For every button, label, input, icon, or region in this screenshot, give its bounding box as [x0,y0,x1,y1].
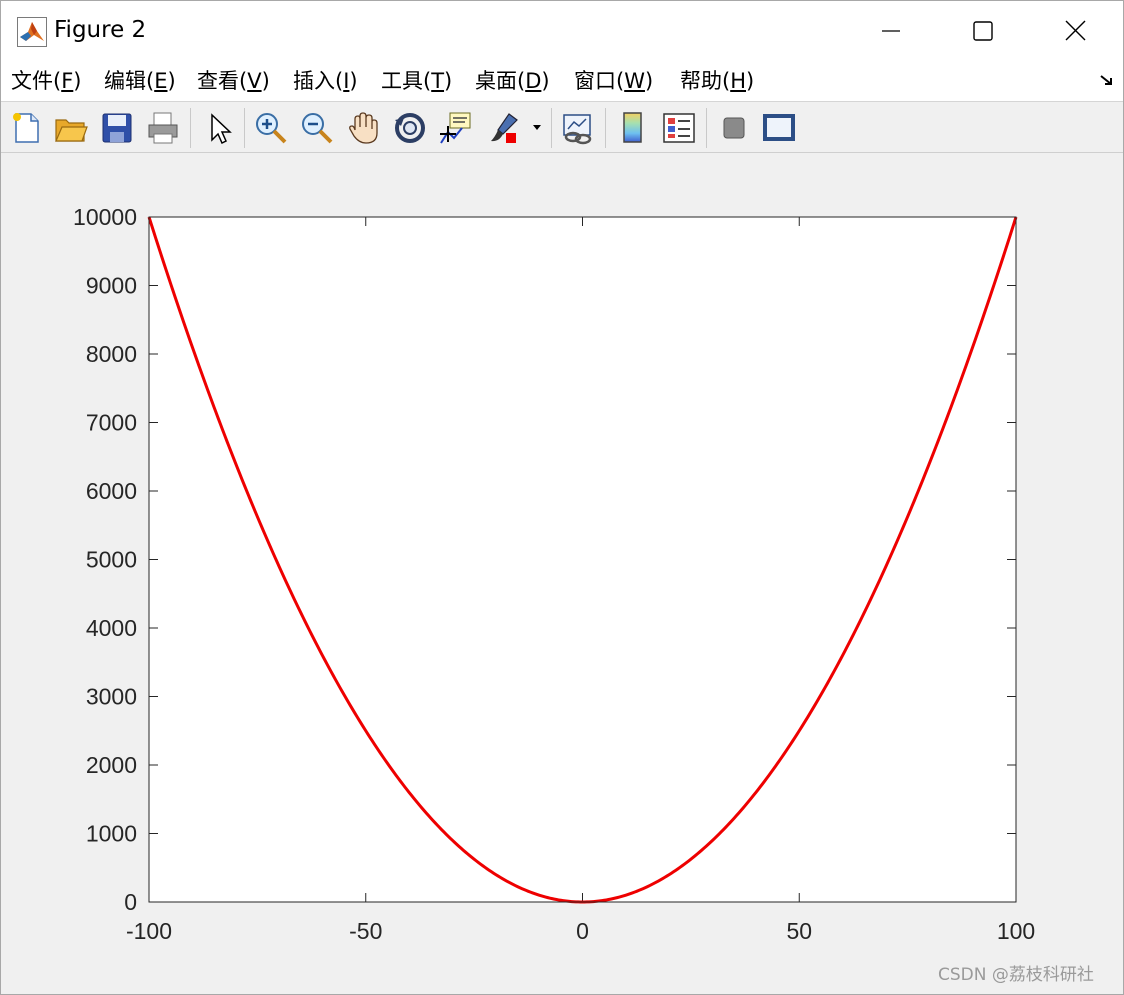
menu-mnemonic: D [525,69,542,93]
menu-label: 文件( [11,69,62,93]
y-tick-label: 5000 [86,547,137,573]
menu-desktop[interactable]: 桌面(D) [475,67,550,95]
dock-figure-icon[interactable] [1099,73,1115,89]
link-plot-icon[interactable] [560,110,596,146]
y-tick-label: 0 [124,889,137,915]
menu-paren: ) [167,69,176,93]
pan-hand-icon[interactable] [346,110,382,146]
edit-plot-arrow-icon[interactable] [201,110,237,146]
menu-label: 桌面( [475,69,526,93]
matlab-icon [17,17,47,47]
toolbar-separator [190,108,191,148]
menu-window[interactable]: 窗口(W) [574,67,653,95]
hide-plot-tools-icon[interactable] [716,110,752,146]
title-bar[interactable]: Figure 2 [1,1,1123,61]
brush-dropdown-icon[interactable] [531,110,545,146]
toolbar-separator [551,108,552,148]
menu-label: 编辑( [104,69,155,93]
menu-bar: 文件(F) 编辑(E) 查看(V) 插入(I) 工具(T) 桌面(D) 窗口(W… [1,61,1123,101]
y-tick-label: 4000 [86,615,137,641]
toolbar-separator [605,108,606,148]
new-figure-icon[interactable] [9,110,45,146]
y-tick-label: 10000 [73,204,137,230]
menu-paren: ) [644,69,654,93]
minimize-button[interactable] [845,1,937,61]
save-icon[interactable] [99,110,135,146]
menu-label: 插入( [293,69,344,93]
menu-paren: ) [541,69,550,93]
show-plot-tools-icon[interactable] [761,110,797,146]
menu-label: 查看( [197,69,248,93]
zoom-in-icon[interactable] [253,110,289,146]
figure-window: Figure 2 文件(F) 编辑(E) 查看(V) 插入(I) 工具(T) 桌… [0,0,1124,995]
y-tick-label: 6000 [86,478,137,504]
close-icon [1065,20,1086,41]
menu-edit[interactable]: 编辑(E) [104,67,176,95]
close-button[interactable] [1029,1,1121,61]
y-tick-label: 2000 [86,752,137,778]
menu-mnemonic: V [247,69,262,93]
x-tick-label: -50 [349,918,382,944]
menu-mnemonic: T [431,69,445,93]
menu-help[interactable]: 帮助(H) [680,67,754,95]
menu-paren: ) [746,69,755,93]
menu-tools[interactable]: 工具(T) [381,67,452,95]
toolbar-separator [244,108,245,148]
watermark: CSDN @荔枝科研社 [938,965,1094,985]
y-tick-label: 8000 [86,341,137,367]
legend-icon[interactable] [661,110,697,146]
maximize-icon [973,21,993,41]
window-title: Figure 2 [54,17,147,43]
menu-paren: ) [73,69,82,93]
menu-mnemonic: F [61,69,74,93]
menu-insert[interactable]: 插入(I) [293,67,358,95]
zoom-out-icon[interactable] [299,110,335,146]
x-tick-label: -100 [126,918,172,944]
menu-paren: ) [444,69,453,93]
rotate-3d-icon[interactable] [392,110,428,146]
print-icon[interactable] [145,110,181,146]
menu-mnemonic: H [730,69,746,93]
brush-icon[interactable] [487,110,523,146]
colorbar-icon[interactable] [615,110,651,146]
y-tick-label: 7000 [86,410,137,436]
menu-file[interactable]: 文件(F) [11,67,82,95]
menu-label: 工具( [381,69,432,93]
open-file-icon[interactable] [53,110,89,146]
axes-background [149,217,1016,902]
x-tick-label: 100 [997,918,1035,944]
y-tick-label: 1000 [86,821,137,847]
toolbar-separator [706,108,707,148]
menu-paren: ) [349,69,358,93]
minimize-icon [882,30,900,32]
menu-paren: ) [261,69,270,93]
y-tick-label: 9000 [86,273,137,299]
menu-label: 帮助( [680,69,731,93]
maximize-button[interactable] [937,1,1029,61]
menu-mnemonic: E [154,69,168,93]
menu-label: 窗口( [574,69,625,93]
plot-axes[interactable]: -100 -50 0 50 100010002000300040005000600070… [1,153,1123,994]
menu-view[interactable]: 查看(V) [197,67,270,95]
figure-toolbar [1,101,1123,153]
figure-canvas[interactable]: -100 -50 0 50 100 0 1000 2000 3000 4000 5000 6000 70… [1,153,1123,994]
y-tick-label: 3000 [86,684,137,710]
x-tick-label: 0 [576,918,589,944]
x-tick-label: 50 [786,918,812,944]
data-cursor-icon[interactable] [438,110,474,146]
menu-mnemonic: W [624,69,645,93]
